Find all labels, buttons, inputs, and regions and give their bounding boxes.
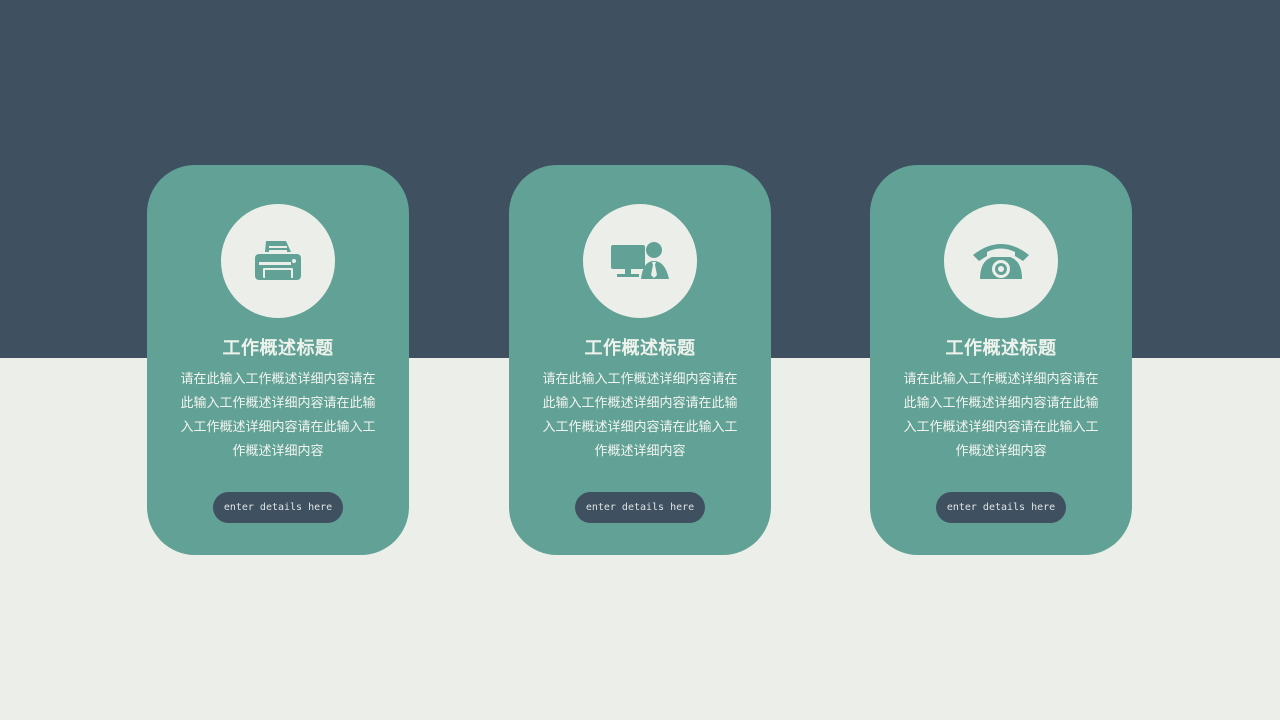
slide: 工作概述标题 请在此输入工作概述详细内容请在此输入工作概述详细内容请在此输入工作…: [0, 0, 1280, 720]
card-description: 请在此输入工作概述详细内容请在此输入工作概述详细内容请在此输入工作概述详细内容请…: [542, 372, 738, 459]
icon-circle: [221, 204, 335, 318]
printer-icon: [255, 241, 301, 280]
feature-card-1: 工作概述标题 请在此输入工作概述详细内容请在此输入工作概述详细内容请在此输入工作…: [147, 165, 409, 555]
card-description: 请在此输入工作概述详细内容请在此输入工作概述详细内容请在此输入工作概述详细内容请…: [180, 372, 376, 459]
telephone-icon: [973, 244, 1029, 279]
enter-details-button[interactable]: enter details here: [575, 492, 705, 523]
card-title: 工作概述标题: [945, 338, 1057, 359]
icon-circle: [944, 204, 1058, 318]
enter-details-button[interactable]: enter details here: [213, 492, 343, 523]
feature-card-3: 工作概述标题 请在此输入工作概述详细内容请在此输入工作概述详细内容请在此输入工作…: [870, 165, 1132, 555]
card-title: 工作概述标题: [584, 338, 696, 359]
card-title: 工作概述标题: [222, 338, 334, 359]
card-description: 请在此输入工作概述详细内容请在此输入工作概述详细内容请在此输入工作概述详细内容请…: [903, 372, 1099, 459]
feature-card-2: 工作概述标题 请在此输入工作概述详细内容请在此输入工作概述详细内容请在此输入工作…: [509, 165, 771, 555]
icon-circle: [583, 204, 697, 318]
computer-user-icon: [611, 242, 669, 279]
enter-details-button[interactable]: enter details here: [936, 492, 1066, 523]
